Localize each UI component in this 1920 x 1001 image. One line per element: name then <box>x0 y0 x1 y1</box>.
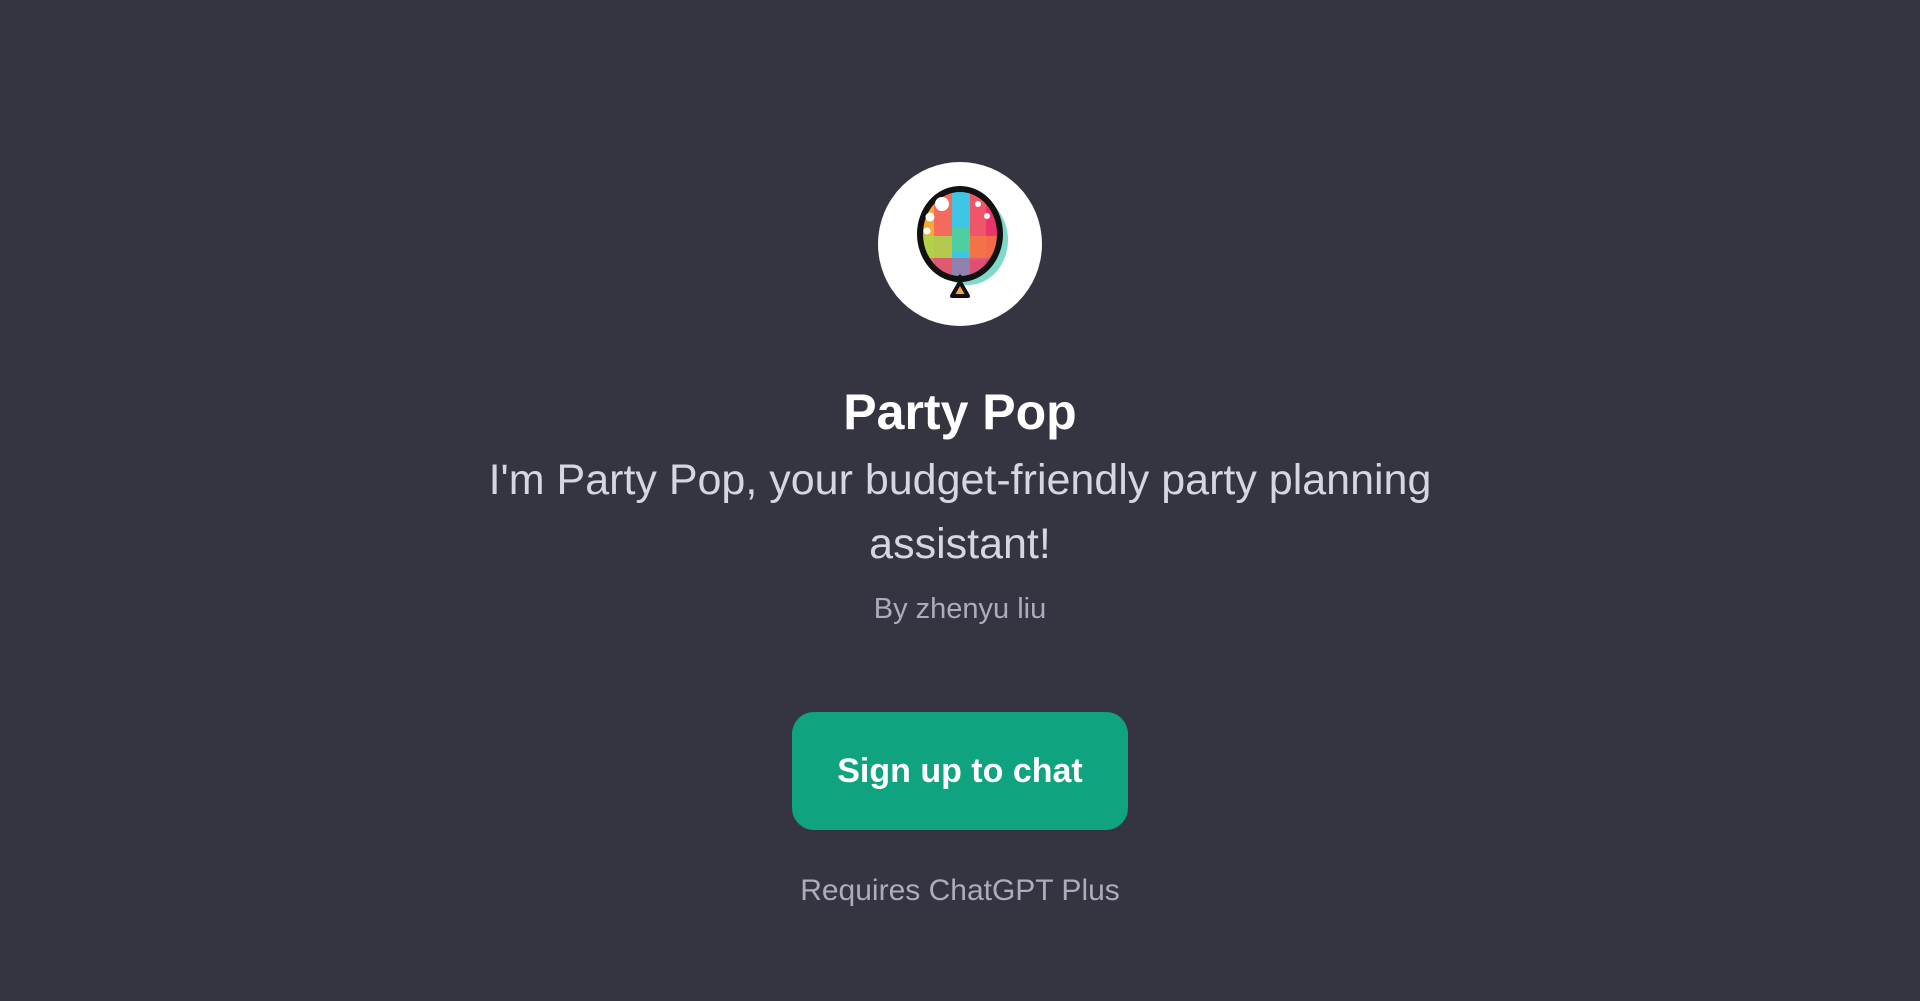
balloon-icon <box>917 186 1008 298</box>
gpt-landing: Party Pop I'm Party Pop, your budget-fri… <box>0 0 1920 1001</box>
gpt-avatar <box>878 162 1042 326</box>
gpt-description: I'm Party Pop, your budget-friendly part… <box>488 456 1432 568</box>
requirement-note: Requires ChatGPT Plus <box>800 874 1120 907</box>
gpt-author: By zhenyu liu <box>873 593 1047 625</box>
gpt-title: Party Pop <box>843 384 1077 440</box>
sign-up-to-chat-button[interactable]: Sign up to chat <box>792 712 1128 830</box>
